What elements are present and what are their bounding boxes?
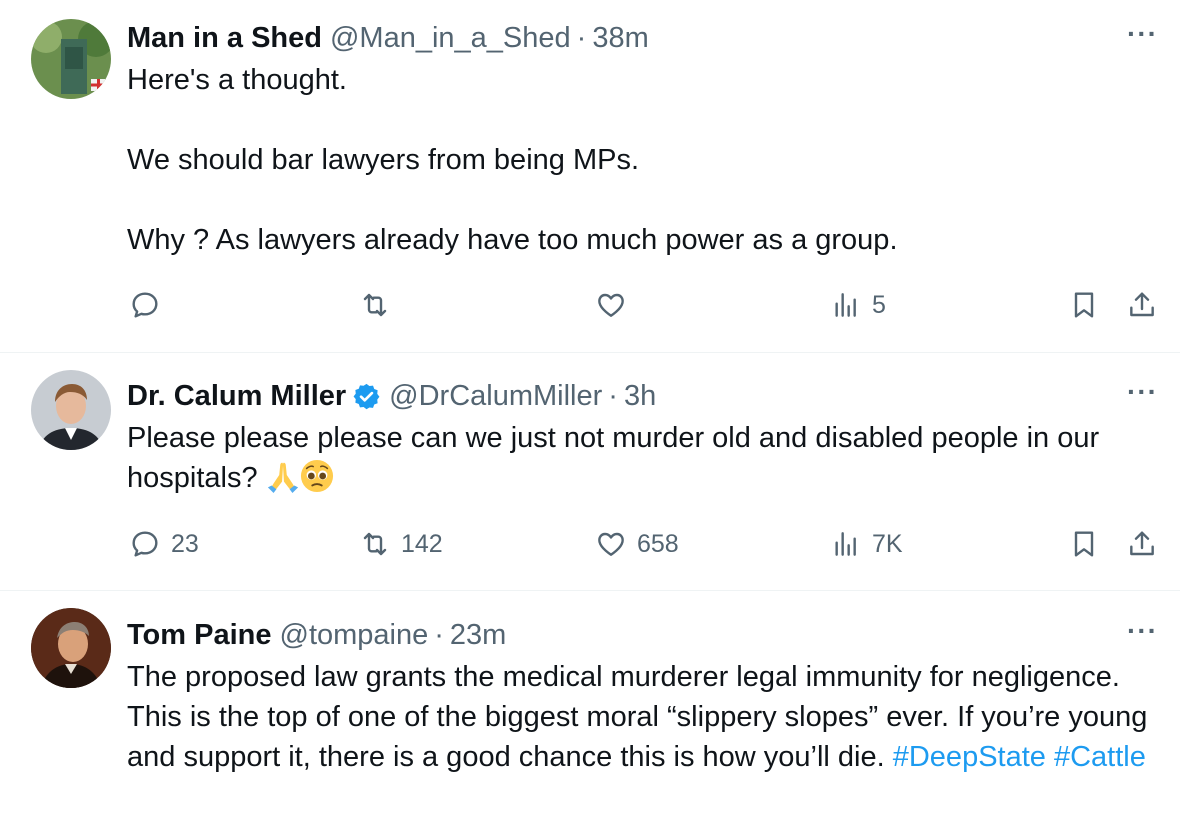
hashtag-link[interactable]: #DeepState	[893, 741, 1046, 773]
verified-icon[interactable]	[352, 382, 381, 411]
avatar-image-portrait	[31, 608, 111, 688]
views-count: 5	[872, 290, 886, 319]
like-icon	[598, 532, 624, 556]
reply-icon	[132, 531, 158, 557]
bookmark-button[interactable]	[1068, 289, 1100, 321]
views-button[interactable]: 5	[830, 289, 886, 321]
separator-dot: ·	[576, 22, 587, 54]
praying-hands-icon	[267, 462, 298, 493]
tweet-text: Please please please can we just not mur…	[127, 418, 1158, 498]
share-icon	[1130, 292, 1154, 317]
retweet-button[interactable]	[359, 289, 401, 321]
avatar-image-shed	[31, 19, 111, 99]
share-icon	[1130, 531, 1154, 556]
tweet-text: Here's a thought. We should bar lawyers …	[127, 64, 898, 256]
separator-dot: ·	[434, 619, 444, 651]
like-count: 658	[637, 529, 679, 558]
reply-count: 23	[171, 529, 199, 558]
author-handle[interactable]: @tompaine	[280, 617, 429, 653]
timestamp[interactable]: 38m	[592, 20, 648, 56]
bookmark-icon	[1074, 292, 1094, 318]
author-name[interactable]: Man in a Shed	[127, 20, 322, 56]
author-handle[interactable]: @Man_in_a_Shed	[330, 20, 571, 56]
action-bar: 23 142 658 7K	[127, 528, 1158, 568]
retweet-icon	[363, 293, 387, 317]
reply-button[interactable]	[129, 289, 171, 321]
tweet-2[interactable]: Dr. Calum Miller @DrCalumMiller · 3h ···…	[0, 353, 1180, 591]
more-icon[interactable]: ···	[1127, 376, 1158, 408]
bookmark-icon	[1074, 531, 1094, 557]
tweet-3[interactable]: Tom Paine @tompaine · 23m ··· The propos…	[0, 591, 1180, 827]
author-name[interactable]: Tom Paine	[127, 617, 272, 653]
retweet-icon	[363, 532, 387, 556]
avatar[interactable]	[31, 19, 111, 99]
avatar-image-person	[31, 370, 111, 450]
more-icon[interactable]: ···	[1127, 18, 1158, 50]
action-bar: 5	[127, 289, 1158, 329]
views-icon	[835, 293, 856, 317]
bookmark-button[interactable]	[1068, 528, 1100, 560]
views-button[interactable]: 7K	[830, 528, 903, 560]
reply-button[interactable]: 23	[129, 528, 199, 560]
avatar[interactable]	[31, 608, 111, 688]
share-button[interactable]	[1126, 528, 1158, 560]
like-button[interactable]: 658	[595, 528, 679, 560]
separator-dot: ·	[608, 380, 618, 412]
author-name[interactable]: Dr. Calum Miller	[127, 378, 346, 414]
author-handle[interactable]: @DrCalumMiller	[389, 378, 602, 414]
avatar[interactable]	[31, 370, 111, 450]
like-icon	[598, 293, 624, 317]
tweet-1[interactable]: Man in a Shed @Man_in_a_Shed · 38m ··· H…	[0, 0, 1180, 353]
views-count: 7K	[872, 529, 903, 558]
retweet-button[interactable]: 142	[359, 528, 443, 560]
share-button[interactable]	[1126, 289, 1158, 321]
tweet-text: The proposed law grants the medical murd…	[127, 657, 1158, 777]
timestamp[interactable]: 3h	[624, 378, 656, 414]
more-icon[interactable]: ···	[1127, 615, 1158, 647]
reply-icon	[132, 292, 158, 318]
hashtag-link[interactable]: #Cattle	[1054, 741, 1146, 773]
views-icon	[835, 532, 856, 556]
like-button[interactable]	[595, 289, 637, 321]
retweet-count: 142	[401, 529, 443, 558]
pleading-face-icon	[300, 459, 333, 493]
timestamp[interactable]: 23m	[450, 617, 506, 653]
